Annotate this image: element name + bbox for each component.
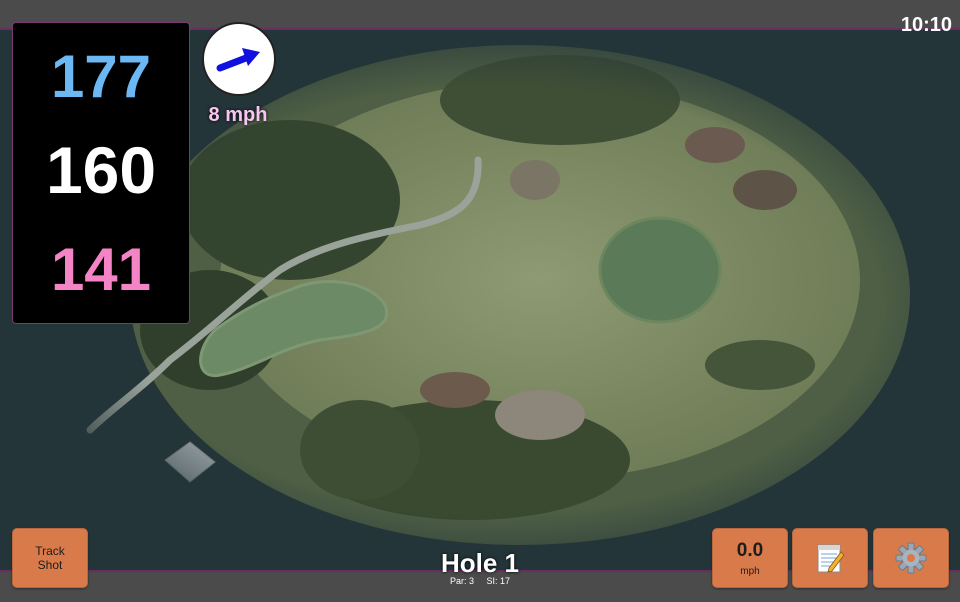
- center-distance: 160: [45, 133, 157, 207]
- notepad-icon: [817, 544, 845, 573]
- notes-button[interactable]: [792, 528, 868, 588]
- hole-info: Par: 3 SI: 17: [380, 576, 580, 586]
- hole-stroke-index: SI: 17: [486, 576, 511, 586]
- wind-speed: 8 mph: [208, 104, 268, 126]
- back-distance: 177: [50, 43, 152, 110]
- track-shot-label-line2: Shot: [37, 558, 63, 572]
- speed-value: 0.0: [736, 539, 764, 561]
- clock: 10:10: [900, 14, 952, 36]
- speed-unit: mph: [740, 565, 760, 577]
- hole-par: Par: 3: [449, 576, 474, 586]
- wind-direction-dial: [202, 22, 276, 96]
- settings-button[interactable]: [873, 528, 949, 588]
- front-distance: 141: [50, 236, 152, 303]
- gear-icon: [895, 542, 927, 574]
- distance-panel: 177 160 141: [12, 22, 190, 324]
- hole-title: Hole 1: [440, 548, 520, 578]
- track-shot-button[interactable]: Track Shot: [12, 528, 88, 588]
- arrow-icon: [216, 48, 260, 72]
- speed-button[interactable]: 0.0 mph: [712, 528, 788, 588]
- track-shot-label-line1: Track: [35, 544, 65, 558]
